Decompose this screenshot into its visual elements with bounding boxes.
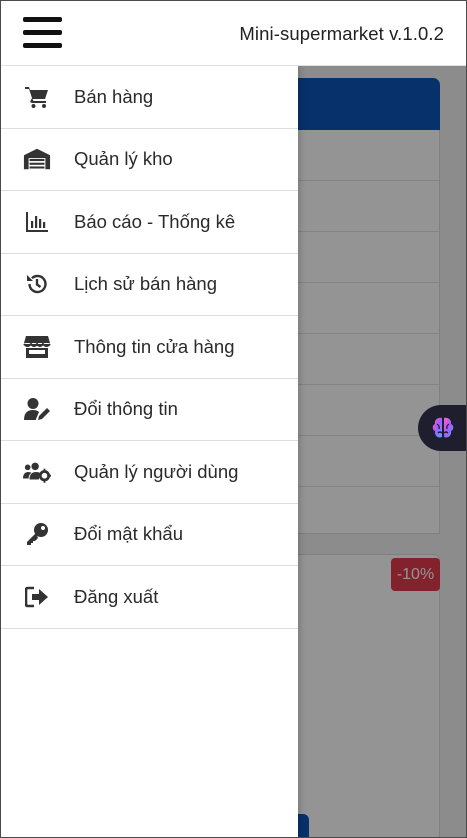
menu-item-label: Lịch sử bán hàng	[74, 273, 218, 295]
assistant-bubble[interactable]	[418, 405, 466, 451]
menu-item-label: Báo cáo - Thống kê	[74, 210, 236, 232]
bar-chart-icon	[23, 209, 51, 235]
brain-icon	[432, 417, 454, 438]
app-window: Mini-supermarket v.1.0.2 -10% 5	[0, 0, 467, 838]
menu-item-sales[interactable]: Bán hàng	[1, 66, 298, 129]
app-title: Mini-supermarket v.1.0.2	[239, 23, 444, 44]
navigation-drawer: Bán hàng Quản lý kho Báo cáo - Thống kê …	[1, 66, 298, 837]
menu-item-user-management[interactable]: Quản lý người dùng	[1, 441, 298, 504]
menu-item-label: Đổi thông tin	[74, 398, 178, 420]
menu-item-label: Đăng xuất	[74, 585, 159, 607]
menu-item-sales-history[interactable]: Lịch sử bán hàng	[1, 254, 298, 316]
menu-item-store-info[interactable]: Thông tin cửa hàng	[1, 316, 298, 379]
history-icon	[23, 271, 51, 297]
logout-icon	[23, 584, 51, 610]
cart-icon	[23, 84, 51, 110]
hamburger-menu-icon[interactable]	[23, 16, 63, 50]
menu-item-label: Quản lý người dùng	[74, 460, 239, 482]
menu-item-reports[interactable]: Báo cáo - Thống kê	[1, 191, 298, 254]
store-icon	[23, 334, 51, 360]
menu-item-label: Thông tin cửa hàng	[74, 335, 235, 357]
top-bar: Mini-supermarket v.1.0.2	[1, 1, 466, 66]
menu-item-change-password[interactable]: Đổi mật khẩu	[1, 504, 298, 566]
users-gear-icon	[23, 459, 51, 485]
menu-item-label: Đổi mật khẩu	[74, 523, 183, 545]
key-icon	[23, 521, 51, 547]
menu-item-edit-profile[interactable]: Đổi thông tin	[1, 379, 298, 441]
menu-item-logout[interactable]: Đăng xuất	[1, 566, 298, 629]
warehouse-icon	[23, 146, 51, 172]
menu-item-label: Bán hàng	[74, 85, 154, 107]
menu-item-inventory[interactable]: Quản lý kho	[1, 129, 298, 191]
menu-item-label: Quản lý kho	[74, 148, 173, 170]
user-edit-icon	[23, 396, 51, 422]
